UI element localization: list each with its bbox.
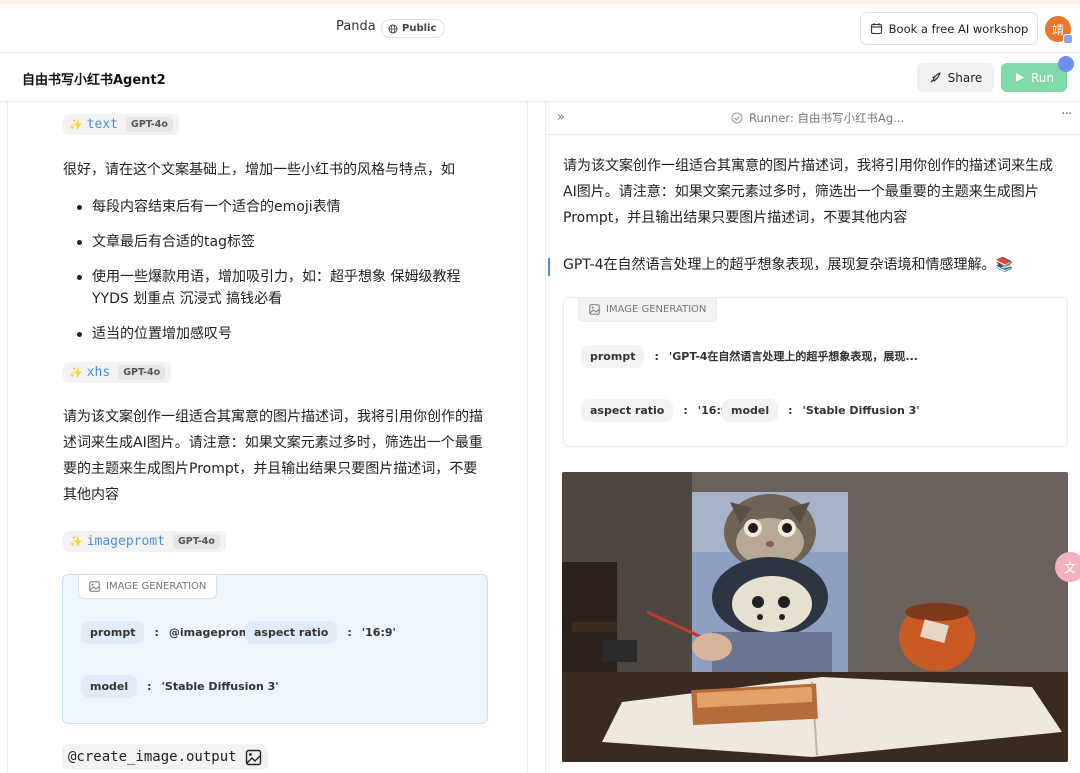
image-icon	[89, 581, 100, 592]
text-step-prompt: 很好，请在这个文案基础上，增加一些小红书的风格与特点，如	[63, 162, 455, 178]
xhs-step-prompt: 请为该文案创作一组适合其寓意的图片描述词，我将引用你创作的描述词来生成AI图片。…	[63, 409, 483, 503]
output-reference-text: @create_image.output	[68, 749, 237, 765]
calendar-icon	[870, 23, 882, 35]
image-icon	[245, 749, 261, 765]
runner-image-generation-block[interactable]: IMAGE GENERATION prompt : 'GPT-4在自然语言处理上…	[563, 297, 1068, 447]
run-label: Run	[1030, 70, 1054, 85]
share-button[interactable]: Share	[917, 63, 994, 92]
book-workshop-label: Book a free AI workshop	[888, 21, 1029, 36]
avatar-status-badge	[1063, 34, 1073, 44]
check-circle-icon	[731, 112, 743, 124]
param-value: 'GPT-4在自然语言处理上的超乎想象表现，展现...	[668, 350, 918, 363]
param-prompt[interactable]: prompt : 'GPT-4在自然语言处理上的超乎想象表现，展现...	[581, 342, 918, 370]
agent-title: 自由书写小红书Agent2	[22, 73, 166, 88]
image-generation-label: IMAGE GENERATION	[606, 304, 707, 315]
image-icon	[589, 304, 600, 315]
sparkle-icon: ✨	[69, 535, 83, 548]
more-options-icon[interactable]: ···	[1061, 106, 1072, 122]
runner-response-text: GPT-4在自然语言处理上的超乎想象表现，展现复杂语境和情感理解。📚	[563, 257, 1013, 273]
param-colon: :	[683, 403, 688, 417]
generated-cat-photo	[562, 472, 1068, 762]
style-bullet-list: 每段内容结束后有一个适合的emoji表情 文章最后有合适的tag标签 使用一些爆…	[64, 196, 494, 345]
param-colon: :	[788, 403, 793, 417]
step-chip-text[interactable]: ✨ text GPT-4o	[63, 114, 179, 135]
param-model[interactable]: model : 'Stable Diffusion 3'	[722, 396, 920, 424]
brand-name: Panda	[336, 19, 376, 34]
param-value: '16:9'	[361, 625, 396, 639]
sparkle-icon: ✨	[69, 118, 83, 131]
runner-prompt-text: 请为该文案创作一组适合其寓意的图片描述词，我将引用你创作的描述词来生成AI图片。…	[563, 158, 1053, 226]
avatar[interactable]: 靖	[1045, 16, 1073, 44]
image-generation-label: IMAGE GENERATION	[106, 581, 207, 592]
param-key: model	[81, 674, 138, 698]
param-value: @imagepromt	[168, 625, 256, 639]
cursor-indicator-dot	[1058, 56, 1074, 72]
play-icon	[1015, 73, 1024, 82]
agent-toolbar: 自由书写小红书Agent2 Share Run	[0, 53, 1080, 102]
list-item: 适当的位置增加感叹号	[77, 323, 494, 345]
visibility-label: Public	[402, 23, 437, 34]
param-prompt[interactable]: prompt : @imagepromt	[81, 618, 255, 646]
model-badge: GPT-4o	[118, 365, 166, 380]
step-name: text	[86, 117, 119, 132]
param-aspect-ratio[interactable]: aspect ratio : '16:9'	[581, 396, 732, 424]
sparkle-icon: ✨	[69, 366, 83, 379]
param-colon: :	[154, 625, 159, 639]
share-label: Share	[947, 70, 983, 85]
globe-icon	[388, 24, 398, 33]
param-colon: :	[347, 625, 352, 639]
param-key: aspect ratio	[581, 398, 674, 422]
list-item: 使用一些爆款用语，增加吸引力，如：超乎想象 保姆级教程 YYDS 划重点 沉浸式…	[77, 266, 492, 310]
expand-icon[interactable]: »	[557, 110, 565, 125]
step-name: xhs	[86, 365, 111, 380]
image-generation-tab: IMAGE GENERATION	[578, 298, 718, 322]
book-workshop-button[interactable]: Book a free AI workshop	[860, 12, 1038, 45]
step-chip-imagepromt[interactable]: ✨ imagepromt GPT-4o	[63, 531, 226, 552]
runner-bar: » Runner: 自由书写小红书Ag... ···	[546, 102, 1080, 135]
param-key: aspect ratio	[245, 620, 338, 644]
param-colon: :	[654, 349, 659, 363]
generated-image[interactable]	[562, 472, 1068, 762]
response-quote-bar	[548, 258, 550, 276]
param-key: model	[722, 398, 779, 422]
param-model[interactable]: model : 'Stable Diffusion 3'	[81, 672, 279, 700]
model-badge: GPT-4o	[126, 117, 173, 132]
rocket-icon	[930, 72, 941, 83]
runner-title-text: Runner: 自由书写小红书Ag...	[749, 111, 905, 125]
step-chip-xhs[interactable]: ✨ xhs GPT-4o	[63, 362, 172, 383]
top-bar: Panda Public Book a free AI workshop 靖	[0, 4, 1080, 53]
avatar-initial: 靖	[1051, 22, 1064, 37]
translate-glyph: 文	[1063, 560, 1076, 575]
param-key: prompt	[581, 344, 645, 368]
runner-title: Runner: 自由书写小红书Ag...	[731, 110, 904, 126]
param-value: 'Stable Diffusion 3'	[802, 403, 920, 417]
param-value: 'Stable Diffusion 3'	[161, 679, 279, 693]
visibility-badge[interactable]: Public	[381, 19, 446, 38]
param-key: prompt	[81, 620, 145, 644]
run-button[interactable]: Run	[1001, 63, 1067, 92]
image-generation-block[interactable]: IMAGE GENERATION prompt : @imagepromt as…	[62, 574, 488, 724]
translate-icon[interactable]: 文	[1055, 552, 1080, 582]
image-generation-tab: IMAGE GENERATION	[78, 575, 218, 599]
model-badge: GPT-4o	[172, 534, 220, 549]
param-aspect-ratio[interactable]: aspect ratio : '16:9'	[245, 618, 396, 646]
list-item: 文章最后有合适的tag标签	[77, 231, 494, 253]
step-name: imagepromt	[86, 534, 165, 549]
runner-panel: » Runner: 自由书写小红书Ag... ··· 请为该文案创作一组适合其寓…	[545, 102, 1080, 773]
param-colon: :	[147, 679, 152, 693]
list-item: 每段内容结束后有一个适合的emoji表情	[77, 196, 494, 218]
output-reference[interactable]: @create_image.output	[62, 744, 268, 770]
editor-panel: ✨ text GPT-4o 很好，请在这个文案基础上，增加一些小红书的风格与特点…	[0, 102, 545, 773]
